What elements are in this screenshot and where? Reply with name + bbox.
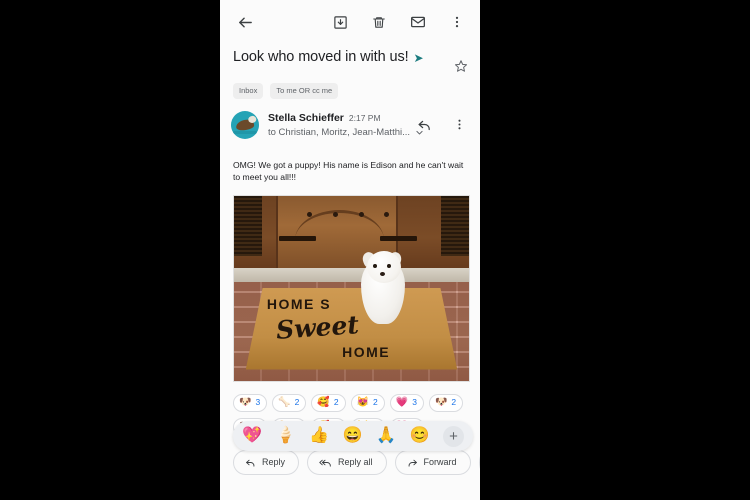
reply-button-label: Reply bbox=[262, 457, 286, 467]
puppy-eye-left bbox=[373, 263, 378, 268]
thumbs-up-icon[interactable]: 👍 bbox=[309, 428, 329, 444]
growing-heart-icon: 💗 bbox=[395, 396, 409, 408]
emoji-smiley-icon[interactable] bbox=[478, 449, 480, 475]
sender-row: Stella Schieffer 2:17 PM to Christian, M… bbox=[220, 99, 480, 139]
sparkling-heart-icon[interactable]: 💖 bbox=[242, 428, 262, 444]
reaction-count: 2 bbox=[294, 397, 300, 408]
reply-icon[interactable] bbox=[411, 112, 437, 138]
label-chip-inbox[interactable]: Inbox bbox=[233, 83, 264, 99]
puppy-nose bbox=[379, 271, 385, 276]
sidelight-right bbox=[440, 195, 469, 256]
avatar[interactable] bbox=[231, 110, 259, 139]
doormat-text-script: Sweet bbox=[275, 309, 361, 345]
label-chip-to-me[interactable]: To me OR cc me bbox=[270, 83, 339, 99]
emoji-quick-reaction-bar: 💖 🍦 👍 😄 🙏 😊 + bbox=[233, 421, 473, 451]
reply-all-button-label: Reply all bbox=[338, 457, 373, 467]
door-stud-2 bbox=[332, 211, 338, 217]
forwarded-arrow-icon: ➤ bbox=[413, 50, 424, 65]
puppy-head bbox=[366, 250, 401, 283]
reaction-chip[interactable]: 🐶 3 bbox=[233, 393, 268, 412]
smiling-face-icon[interactable]: 😊 bbox=[410, 428, 430, 444]
more-vertical-icon-message[interactable] bbox=[446, 112, 472, 138]
door-stud-3 bbox=[358, 211, 364, 217]
doormat-text-line1: HOME S bbox=[266, 295, 332, 312]
reaction-chip-row: 🐶 3 🦴 2 🥰 2 😻 2 💗 3 🐶 2 bbox=[220, 382, 480, 412]
more-emoji-button[interactable]: + bbox=[443, 425, 464, 447]
avatar-otter-icon bbox=[235, 118, 255, 131]
attachment-image[interactable]: HOME S Sweet HOME bbox=[233, 194, 470, 382]
puppy-eye-right bbox=[387, 263, 392, 268]
app-bar bbox=[220, 0, 480, 44]
forward-button[interactable]: Forward bbox=[394, 449, 471, 475]
subject-column: Look who moved in with us! ➤ bbox=[233, 48, 450, 67]
recipients-text: to Christian, Moritz, Jean-Matthi... bbox=[268, 126, 411, 138]
reaction-chip[interactable]: 💗 3 bbox=[389, 393, 424, 412]
more-vertical-icon[interactable] bbox=[444, 9, 470, 35]
forward-button-label: Forward bbox=[423, 457, 457, 467]
reply-button[interactable]: Reply bbox=[233, 449, 300, 475]
sender-details: Stella Schieffer 2:17 PM to Christian, M… bbox=[259, 111, 423, 138]
bone-icon: 🦴 bbox=[278, 396, 291, 408]
mail-icon[interactable] bbox=[405, 9, 431, 35]
ice-cream-cone-icon[interactable]: 🍦 bbox=[276, 428, 296, 444]
reaction-chip[interactable]: 🐶 2 bbox=[428, 393, 464, 412]
forward-icon bbox=[407, 457, 418, 468]
sender-name: Stella Schieffer bbox=[268, 111, 344, 124]
threshold bbox=[234, 267, 469, 282]
door-stud-4 bbox=[384, 211, 390, 217]
sender-actions bbox=[411, 111, 472, 138]
folded-hands-icon[interactable]: 🙏 bbox=[376, 428, 396, 444]
label-chip-list: Inbox To me OR cc me bbox=[220, 77, 480, 99]
grinning-face-icon[interactable]: 😄 bbox=[343, 428, 363, 444]
smiling-face-with-hearts-icon: 🥰 bbox=[317, 396, 330, 408]
back-arrow-icon[interactable] bbox=[232, 9, 258, 35]
reply-all-button[interactable]: Reply all bbox=[307, 449, 387, 475]
heart-eyes-cat-icon: 😻 bbox=[356, 396, 370, 408]
door-stud-1 bbox=[306, 211, 312, 217]
sidelight-left bbox=[234, 195, 263, 256]
puppy-photo: HOME S Sweet HOME bbox=[234, 195, 469, 381]
message-body: OMG! We got a puppy! His name is Edison … bbox=[233, 159, 464, 182]
reaction-chip[interactable]: 🦴 2 bbox=[272, 393, 307, 412]
star-outline-icon[interactable] bbox=[450, 55, 472, 77]
reply-icon bbox=[245, 457, 256, 468]
doormat-text-line2: HOME bbox=[342, 343, 391, 360]
trash-icon[interactable] bbox=[366, 9, 392, 35]
avatar-wave bbox=[233, 130, 257, 134]
reply-all-icon bbox=[319, 457, 332, 468]
dog-face-icon-2: 🐶 bbox=[434, 396, 448, 408]
reaction-count: 2 bbox=[451, 397, 457, 408]
dog-face-icon: 🐶 bbox=[239, 396, 252, 408]
reaction-count: 2 bbox=[333, 397, 339, 408]
archive-icon[interactable] bbox=[327, 9, 353, 35]
reaction-chip[interactable]: 😻 2 bbox=[350, 393, 385, 412]
door-hinge-right bbox=[379, 235, 418, 241]
page-title: Look who moved in with us! bbox=[233, 49, 409, 65]
reaction-count: 3 bbox=[255, 397, 261, 408]
subject-row: Look who moved in with us! ➤ bbox=[220, 44, 480, 77]
sender-timestamp: 2:17 PM bbox=[348, 112, 381, 123]
reaction-count: 2 bbox=[373, 397, 378, 408]
screenshot-stage: Look who moved in with us! ➤ Inbox To me… bbox=[0, 0, 750, 500]
recipients-row[interactable]: to Christian, Moritz, Jean-Matthi... bbox=[268, 126, 423, 138]
reaction-chip[interactable]: 🥰 2 bbox=[311, 393, 346, 412]
door-hinge-left bbox=[278, 235, 317, 241]
sender-top-line: Stella Schieffer 2:17 PM bbox=[268, 112, 411, 124]
subject-line: Look who moved in with us! ➤ bbox=[233, 48, 450, 67]
reaction-count: 3 bbox=[412, 397, 417, 408]
